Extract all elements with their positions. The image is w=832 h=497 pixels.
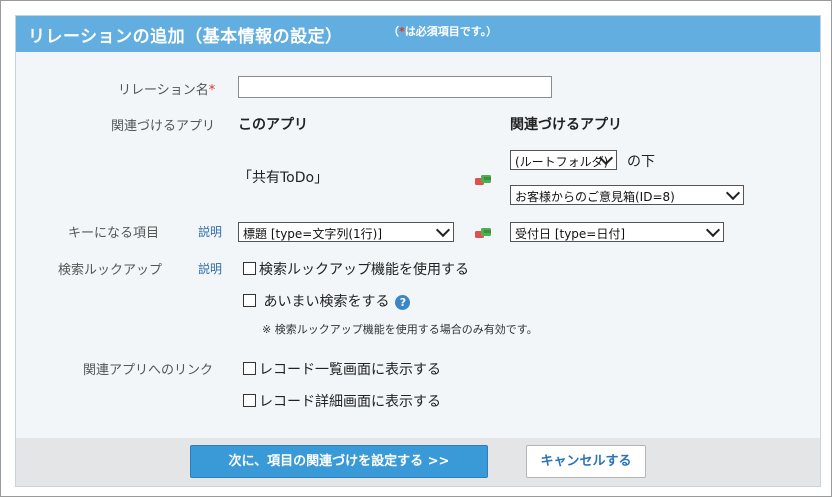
relation-name-input[interactable] — [238, 76, 552, 98]
related-app-label: 関連づけるアプリ — [111, 119, 216, 134]
detail-view-checkbox[interactable] — [243, 394, 256, 407]
related-links-label: 関連アプリへのリンク — [83, 363, 214, 378]
folder-select-value: (ルートフォルダ) — [515, 155, 609, 169]
link-icon — [475, 175, 491, 185]
list-view-checkbox[interactable] — [243, 362, 256, 375]
chevron-down-icon — [705, 223, 721, 238]
relation-form-panel: リレーションの追加（基本情報の設定） （*は必須項目です。） リレーション名* … — [15, 15, 821, 487]
dialog-frame: リレーションの追加（基本情報の設定） （*は必須項目です。） リレーション名* … — [0, 0, 832, 497]
list-view-text: レコード一覧画面に表示する — [259, 362, 441, 378]
lookup-help-link[interactable]: 説明 — [198, 260, 222, 277]
dialog-header: リレーションの追加（基本情報の設定） （*は必須項目です。） — [16, 16, 820, 52]
related-field-select[interactable]: 受付日 [type=日付] — [510, 222, 724, 242]
detail-view-option[interactable]: レコード詳細画面に表示する — [243, 391, 441, 411]
lookup-note: ※ 検索ルックアップ機能を使用する場合のみ有効です。 — [262, 323, 538, 336]
this-app-heading: このアプリ — [238, 117, 308, 133]
fuzzy-search-checkbox[interactable] — [243, 294, 256, 307]
relation-name-label: リレーション名* — [118, 79, 215, 98]
this-field-select-value: 標題 [type=文字列(1行)] — [243, 227, 383, 241]
related-field-select-value: 受付日 [type=日付] — [515, 227, 626, 241]
this-app-name: 「共有ToDo」 — [238, 170, 329, 186]
use-lookup-option[interactable]: 検索ルックアップ機能を使用する — [243, 259, 469, 279]
key-field-label: キーになる項目 — [68, 226, 160, 241]
dialog-footer: 次に、項目の関連づけを設定する >> キャンセルする — [16, 438, 820, 486]
lookup-label: 検索ルックアップ — [58, 263, 163, 278]
use-lookup-text: 検索ルックアップ機能を使用する — [259, 262, 469, 278]
folder-suffix: の下 — [627, 154, 655, 170]
app-select[interactable]: お客様からのご意見箱(ID=8) — [510, 185, 744, 205]
next-button[interactable]: 次に、項目の関連づけを設定する >> — [190, 445, 488, 478]
this-field-select[interactable]: 標題 [type=文字列(1行)] — [238, 222, 454, 242]
app-select-value: お客様からのご意見箱(ID=8) — [515, 190, 675, 204]
required-note-text: は必須項目です。） — [404, 25, 498, 38]
related-app-heading: 関連づけるアプリ — [510, 117, 622, 133]
cancel-button[interactable]: キャンセルする — [526, 445, 646, 478]
relation-name-label-text: リレーション名 — [118, 83, 209, 98]
list-view-option[interactable]: レコード一覧画面に表示する — [243, 359, 441, 379]
help-icon[interactable]: ? — [395, 294, 411, 310]
required-note-open: （ — [388, 25, 399, 38]
detail-view-text: レコード詳細画面に表示する — [259, 394, 441, 410]
required-note: （*は必須項目です。） — [388, 23, 497, 39]
folder-select[interactable]: (ルートフォルダ) — [510, 150, 617, 170]
key-field-help-link[interactable]: 説明 — [198, 223, 222, 240]
required-mark: * — [208, 83, 216, 98]
page-title: リレーションの追加（基本情報の設定） — [28, 27, 343, 47]
use-lookup-checkbox[interactable] — [243, 262, 256, 275]
link-icon — [475, 228, 491, 238]
fuzzy-search-option[interactable]: あいまい検索をする? — [243, 291, 411, 311]
chevron-down-icon — [725, 186, 741, 201]
chevron-down-icon — [435, 223, 451, 238]
fuzzy-search-text: あいまい検索をする — [263, 294, 390, 310]
